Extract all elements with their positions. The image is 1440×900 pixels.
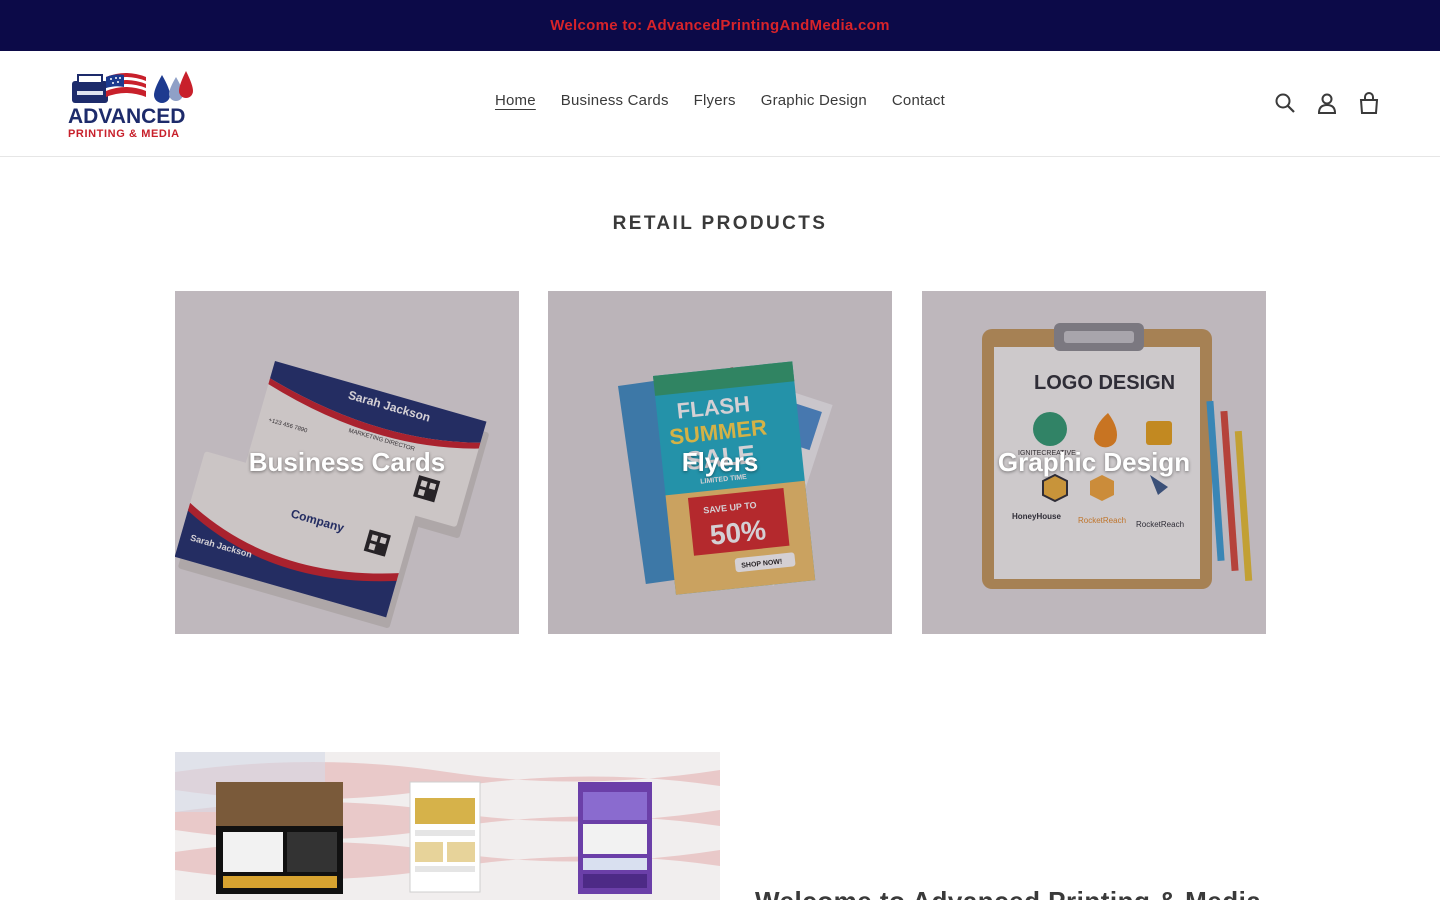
nav-contact[interactable]: Contact [892,92,945,109]
feature-heading: Welcome to Advanced Printing & Media [755,886,1261,900]
collection-business-cards[interactable]: Sarah Jackson MARKETING DIRECTOR +123 45… [175,291,519,634]
collection-label-graphic-design: Graphic Design [997,447,1191,477]
nav-business-cards[interactable]: Business Cards [561,92,669,109]
collection-flyers[interactable]: FLASH SUMMER SALE LIMITED TIME SAVE UP T… [548,291,892,634]
site-header: ADVANCED PRINTING & MEDIA Home Business … [0,51,1440,157]
announcement-bar: Welcome to: AdvancedPrintingAndMedia.com [0,0,1440,51]
nav-flyers[interactable]: Flyers [694,92,736,109]
retail-products-title: RETAIL PRODUCTS [612,213,828,234]
header-icons [1274,92,1380,114]
nav-graphic-design[interactable]: Graphic Design [761,92,867,109]
feature-image [175,752,720,900]
search-icon[interactable] [1274,92,1296,114]
nav-home[interactable]: Home [495,92,536,109]
collection-graphic-design[interactable]: LOGO DESIGN IGNITECREATIVE HoneyHouse Ro… [922,291,1266,634]
announcement-text: Welcome to: AdvancedPrintingAndMedia.com [550,17,890,34]
logo-line2: PRINTING & MEDIA [68,128,180,140]
cart-icon[interactable] [1358,92,1380,114]
account-icon[interactable] [1316,92,1338,114]
collection-label-flyers: Flyers [681,447,759,477]
main-nav: Home Business Cards Flyers Graphic Desig… [0,92,1440,109]
collection-label-business-cards: Business Cards [248,447,446,477]
